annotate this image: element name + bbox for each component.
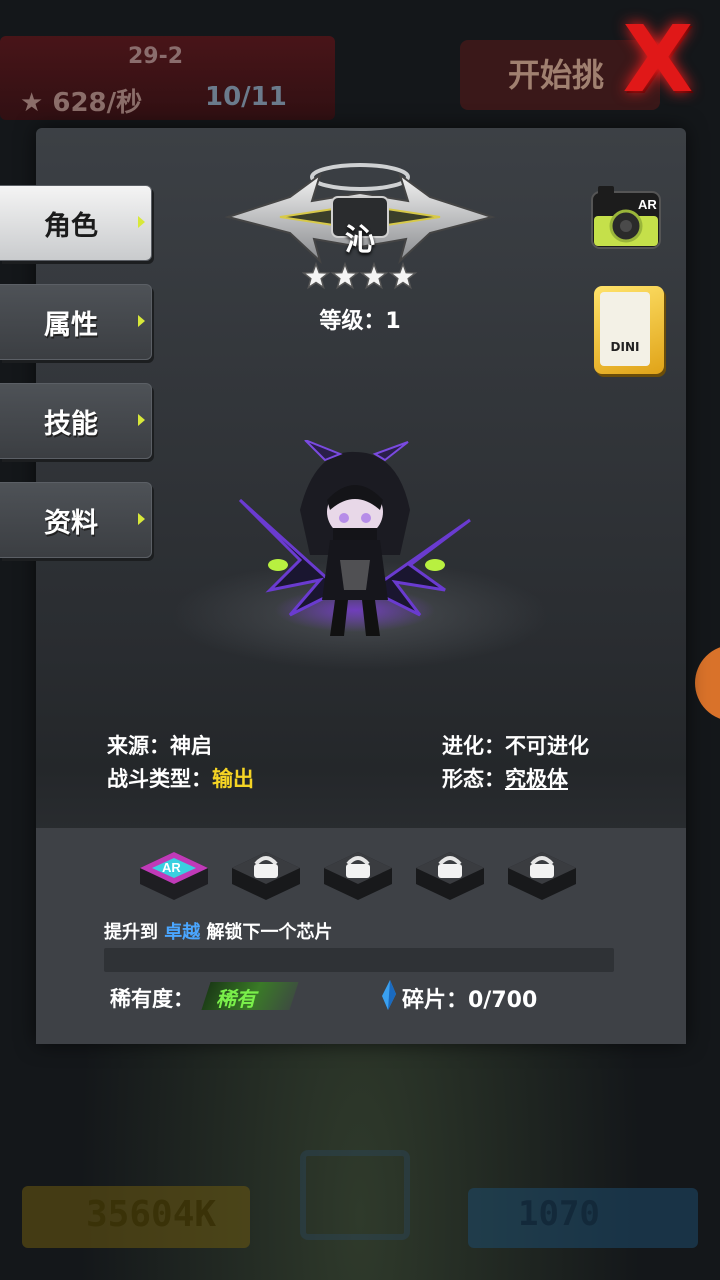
evolve-info: 进化：不可进化 [442, 730, 589, 760]
gold-value: 35604K [86, 1194, 217, 1235]
start-challenge-label: 开始挑 [508, 56, 605, 94]
shard-icon [382, 980, 396, 1010]
income-rate: ★ 628/秒 [20, 88, 143, 118]
unlock-rank: 卓越 [164, 922, 201, 943]
star-icon [388, 262, 418, 290]
arrow-right-icon [138, 216, 145, 228]
ar-label: AR [638, 197, 657, 212]
close-button[interactable]: X [606, 6, 710, 113]
character-name: 沁 [345, 223, 375, 258]
dini-card-button[interactable]: DINI [594, 286, 664, 374]
ar-camera-button[interactable]: AR [588, 182, 664, 252]
gem-value: 1070 [518, 1194, 600, 1234]
dini-card-face: DINI [600, 292, 650, 366]
camera-icon: AR [591, 186, 661, 249]
tab-profile[interactable]: 资料 [0, 482, 152, 558]
source-info: 来源：神启 [107, 730, 212, 760]
source-value: 神启 [170, 734, 212, 758]
character-model [238, 440, 471, 636]
evolve-label: 进化： [442, 734, 505, 758]
chip-progress-bar [104, 948, 614, 972]
rarity-label: 稀有度： [110, 987, 194, 1011]
tab-label: 角色 [44, 210, 98, 242]
stage-label: 29-2 [128, 44, 184, 69]
tab-attributes[interactable]: 属性 [0, 284, 152, 360]
battle-type-value: 输出 [212, 767, 254, 791]
source-label: 来源： [107, 734, 170, 758]
shard-count: 碎片：0/700 [402, 988, 538, 1013]
chip-label: AR [162, 860, 181, 875]
lock-icon[interactable] [410, 846, 490, 906]
tab-label: 属性 [44, 309, 98, 341]
tab-label: 资料 [44, 507, 98, 539]
tab-skills[interactable]: 技能 [0, 383, 152, 459]
star-rating-icon [302, 262, 418, 290]
form-info: 形态：究极体 [442, 763, 568, 793]
battle-type-label: 战斗类型： [107, 767, 212, 791]
unlock-hint: 提升到 卓越 解锁下一个芯片 [104, 918, 333, 944]
arrow-right-icon [138, 513, 145, 525]
mice-count: 10/11 [205, 82, 287, 112]
shop-cart-icon [300, 1150, 410, 1240]
income-rate-value: 628/秒 [52, 88, 143, 118]
rarity-value: 稀有 [216, 987, 256, 1011]
unlock-suffix: 解锁下一个芯片 [200, 922, 333, 943]
ar-chip-icon[interactable]: AR [134, 846, 214, 906]
lock-icon[interactable] [502, 846, 582, 906]
tab-character[interactable]: 角色 [0, 185, 152, 261]
tab-label: 技能 [44, 408, 98, 440]
arrow-right-icon [138, 414, 145, 426]
form-link[interactable]: 究极体 [505, 767, 568, 791]
battle-type-info: 战斗类型：输出 [107, 763, 254, 793]
star-icon [359, 262, 389, 290]
arrow-right-icon [138, 315, 145, 327]
form-label: 形态： [442, 767, 505, 791]
evolve-value: 不可进化 [505, 734, 589, 758]
unlock-prefix: 提升到 [104, 922, 165, 943]
star-icon [330, 262, 360, 290]
star-icon [302, 262, 331, 290]
lock-icon[interactable] [226, 846, 306, 906]
character-level: 等级：1 [319, 309, 401, 334]
dini-label: DINI [610, 340, 640, 354]
lock-icon[interactable] [318, 846, 398, 906]
